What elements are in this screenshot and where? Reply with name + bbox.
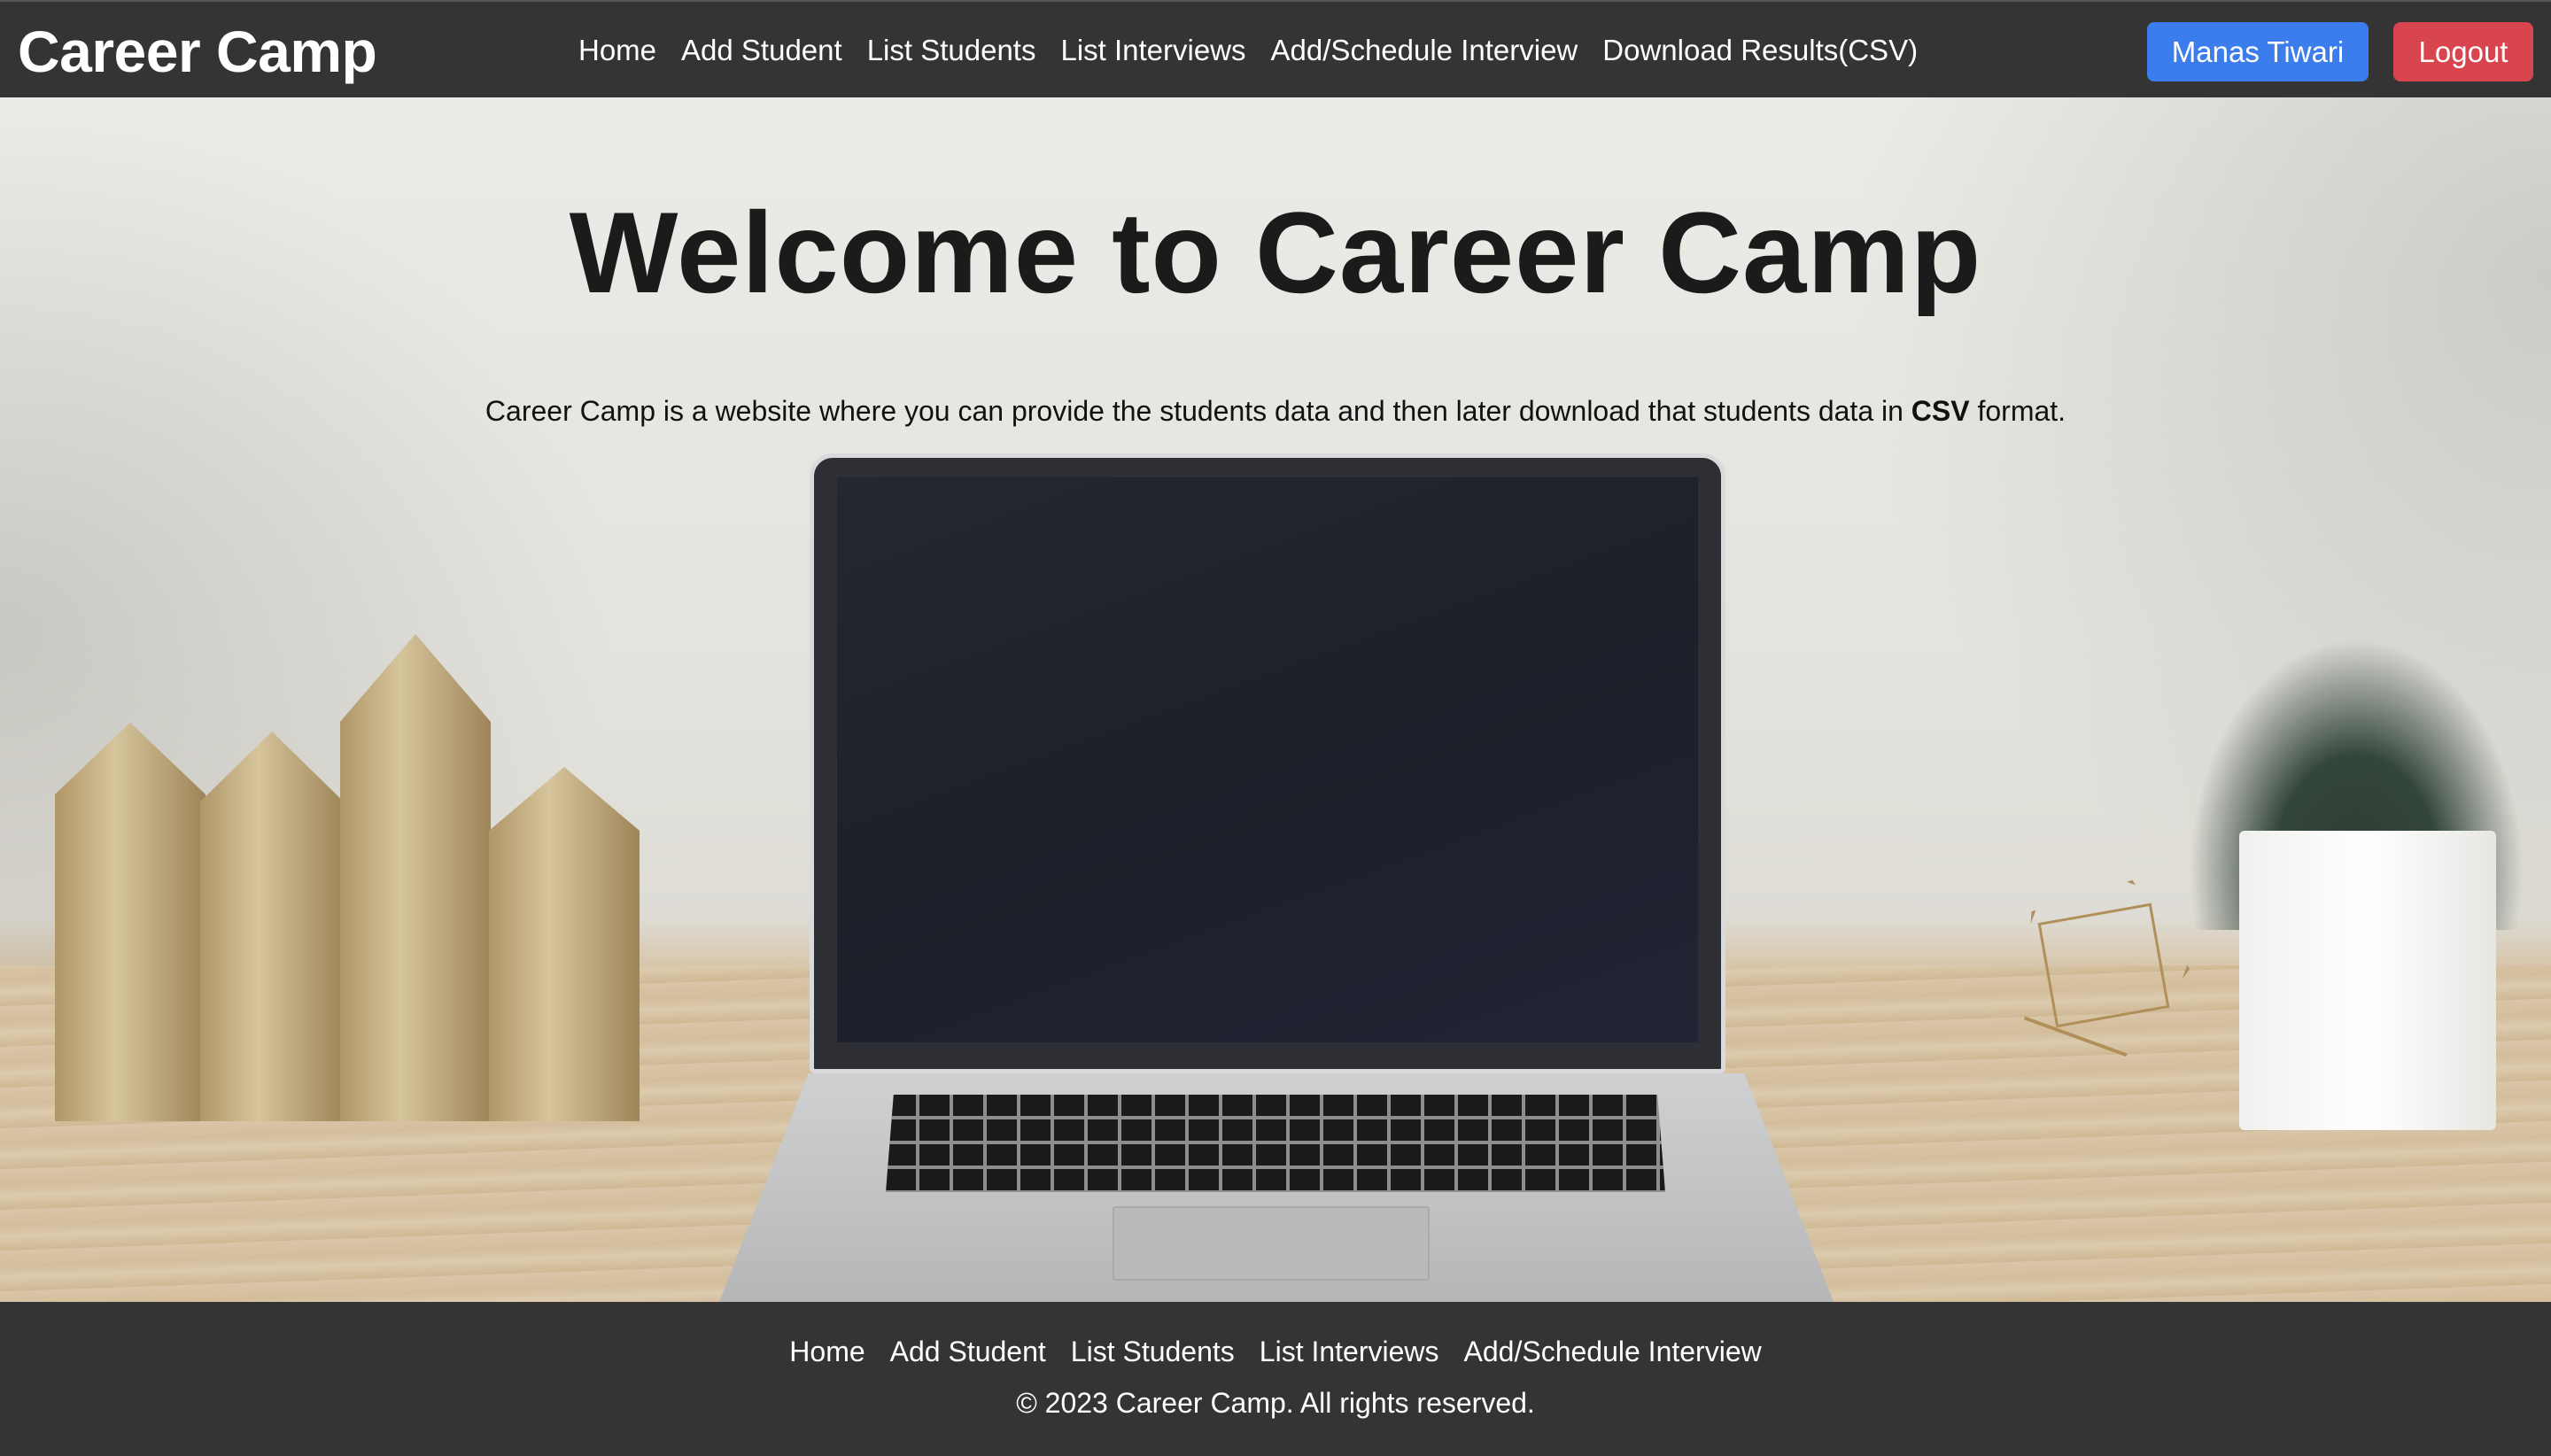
laptop-screen [810, 453, 1725, 1073]
footer: Home Add Student List Students List Inte… [0, 1302, 2551, 1456]
laptop-display [837, 477, 1698, 1042]
laptop-trackpad [1113, 1206, 1430, 1281]
gold-house-decor [340, 634, 491, 1121]
geometric-terrarium-frame [2037, 902, 2170, 1028]
nav-list-interviews[interactable]: List Interviews [1060, 34, 1245, 67]
top-navbar: Career Camp Home Add Student List Studen… [0, 0, 2551, 97]
nav-add-student[interactable]: Add Student [681, 34, 842, 67]
gold-house-decor [200, 732, 344, 1121]
nav-add-schedule-interview[interactable]: Add/Schedule Interview [1271, 34, 1578, 67]
hero-description: Career Camp is a website where you can p… [0, 395, 2551, 428]
user-profile-button[interactable]: Manas Tiwari [2147, 22, 2369, 81]
footer-nav: Home Add Student List Students List Inte… [0, 1336, 2551, 1368]
nav-download-results[interactable]: Download Results(CSV) [1602, 34, 1918, 67]
gold-house-decor [55, 723, 205, 1121]
page-title: Welcome to Career Camp [569, 188, 1982, 317]
description-text: Career Camp is a website where you can p… [485, 395, 1911, 427]
footer-nav-list-students[interactable]: List Students [1071, 1336, 1235, 1368]
logout-button[interactable]: Logout [2393, 22, 2533, 81]
footer-nav-add-student[interactable]: Add Student [890, 1336, 1046, 1368]
gold-house-decor [489, 767, 640, 1121]
main-nav: Home Add Student List Students List Inte… [578, 34, 1942, 67]
brand-logo[interactable]: Career Camp [18, 18, 377, 85]
footer-nav-home[interactable]: Home [789, 1336, 865, 1368]
footer-nav-list-interviews[interactable]: List Interviews [1260, 1336, 1439, 1368]
footer-nav-add-schedule-interview[interactable]: Add/Schedule Interview [1464, 1336, 1762, 1368]
laptop-keyboard-rows [886, 1095, 1665, 1192]
description-text-end: format. [1969, 395, 2066, 427]
nav-list-students[interactable]: List Students [867, 34, 1036, 67]
nav-home[interactable]: Home [578, 34, 656, 67]
hero-section: Welcome to Career Camp Career Camp is a … [0, 97, 2551, 1302]
white-planter [2239, 831, 2496, 1130]
copyright-text: © 2023 Career Camp. All rights reserved. [1016, 1387, 1535, 1419]
description-bold-text: CSV [1911, 395, 1970, 427]
